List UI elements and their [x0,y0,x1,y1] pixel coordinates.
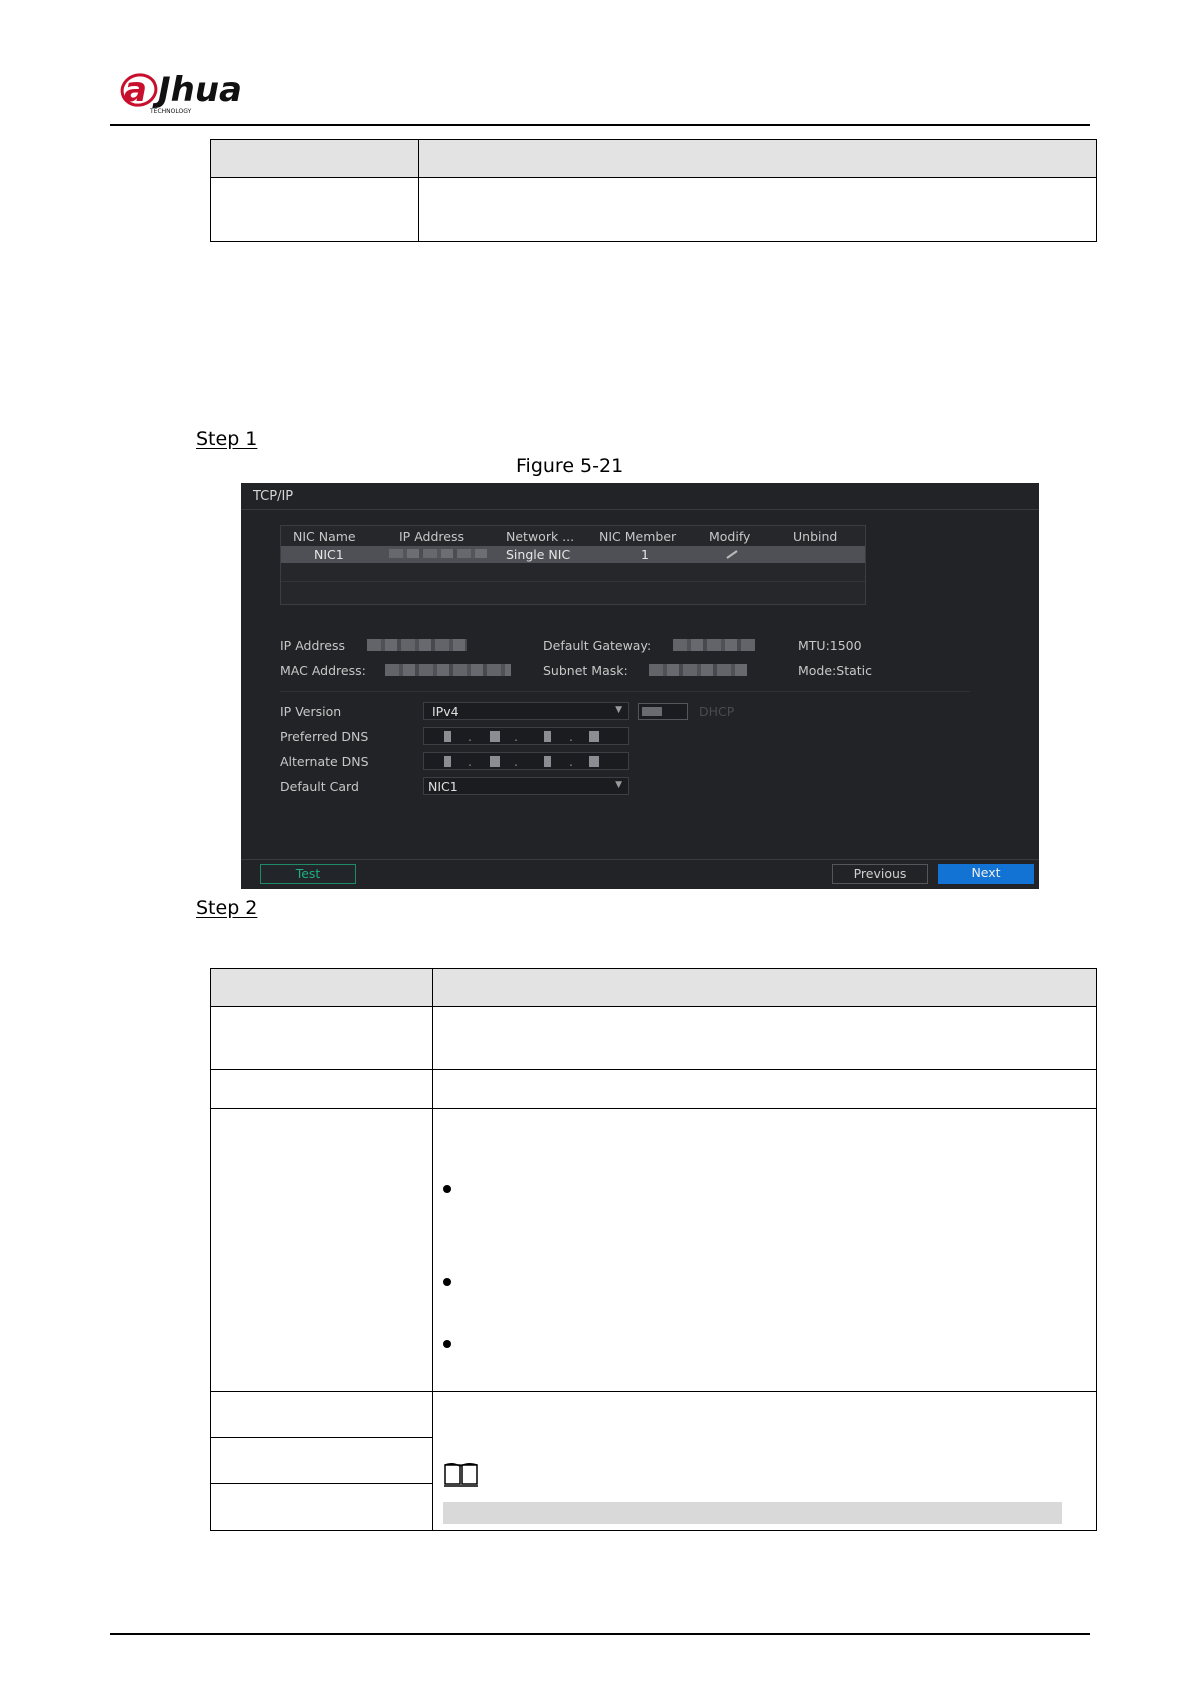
dhcp-label: DHCP [699,704,735,719]
gateway-redacted [673,639,755,651]
col-network[interactable]: Network ... [506,529,574,544]
previous-button[interactable]: Previous [832,864,928,884]
col-nic-member[interactable]: NIC Member [599,529,676,544]
note-book-icon [444,1462,478,1487]
ip-address-redacted [367,639,467,651]
default-card-label: Default Card [280,779,359,794]
preferred-dns-label: Preferred DNS [280,729,369,744]
mode-value: Mode:Static [798,663,873,678]
nic-name-cell: NIC1 [314,547,344,562]
col-nic-name[interactable]: NIC Name [293,529,356,544]
dhcp-toggle[interactable] [638,703,688,720]
next-button[interactable]: Next [938,864,1034,884]
bullet-1 [443,1185,451,1193]
footer-rule [110,1633,1090,1635]
preferred-dns-input[interactable]: . . . [423,727,629,745]
col-ip-address[interactable]: IP Address [399,529,464,544]
default-card-value: NIC1 [428,779,458,794]
step-2-label: Step 2 [196,897,258,919]
ip-address-redacted [389,549,487,558]
alternate-dns-input[interactable]: . . . [423,752,629,770]
footer-divider [241,859,1039,860]
subnet-redacted [649,664,747,676]
figure-caption: Figure 5-21 [516,455,624,477]
mac-address-redacted [385,664,511,676]
subnet-mask-label: Subnet Mask: [543,663,628,678]
ip-version-value: IPv4 [432,704,459,719]
alternate-dns-label: Alternate DNS [280,754,369,769]
table-row[interactable]: NIC1 Single NIC 1 [281,546,865,563]
nic-member-cell: 1 [641,547,649,562]
mac-address-label: MAC Address: [280,663,366,678]
col-modify[interactable]: Modify [709,529,750,544]
mtu-value: MTU:1500 [798,638,862,653]
network-cell: Single NIC [506,547,571,562]
info-divider [280,691,970,692]
title-divider [241,509,1039,510]
bullet-2 [443,1278,451,1286]
empty-row [281,563,865,582]
nic-table-header: NIC Name IP Address Network ... NIC Memb… [281,526,865,545]
top-table [210,139,1097,242]
ip-version-label: IP Version [280,704,342,719]
svg-text:Jhua: Jhua [152,70,242,110]
bullet-3 [443,1340,451,1348]
note-bar [443,1502,1062,1524]
chevron-down-icon: ▼ [615,780,622,790]
ip-version-select[interactable]: IPv4 ▼ [423,702,629,720]
ip-address-label: IP Address [280,638,345,653]
col-unbind[interactable]: Unbind [793,529,837,544]
svg-text:TECHNOLOGY: TECHNOLOGY [149,108,192,115]
nic-table: NIC Name IP Address Network ... NIC Memb… [280,525,866,605]
step-1-label: Step 1 [196,428,258,450]
default-gateway-label: Default Gateway: [543,638,652,653]
edit-pencil-icon[interactable] [725,549,739,559]
default-card-select[interactable]: NIC1 ▼ [423,777,629,795]
parameter-table [210,968,1097,1531]
chevron-down-icon: ▼ [615,705,622,715]
dahua-logo: a Jhua TECHNOLOGY [120,70,242,115]
tcpip-panel: TCP/IP NIC Name IP Address Network ... N… [241,483,1039,889]
header-rule [110,124,1090,126]
panel-title: TCP/IP [253,489,294,504]
test-button[interactable]: Test [260,864,356,884]
